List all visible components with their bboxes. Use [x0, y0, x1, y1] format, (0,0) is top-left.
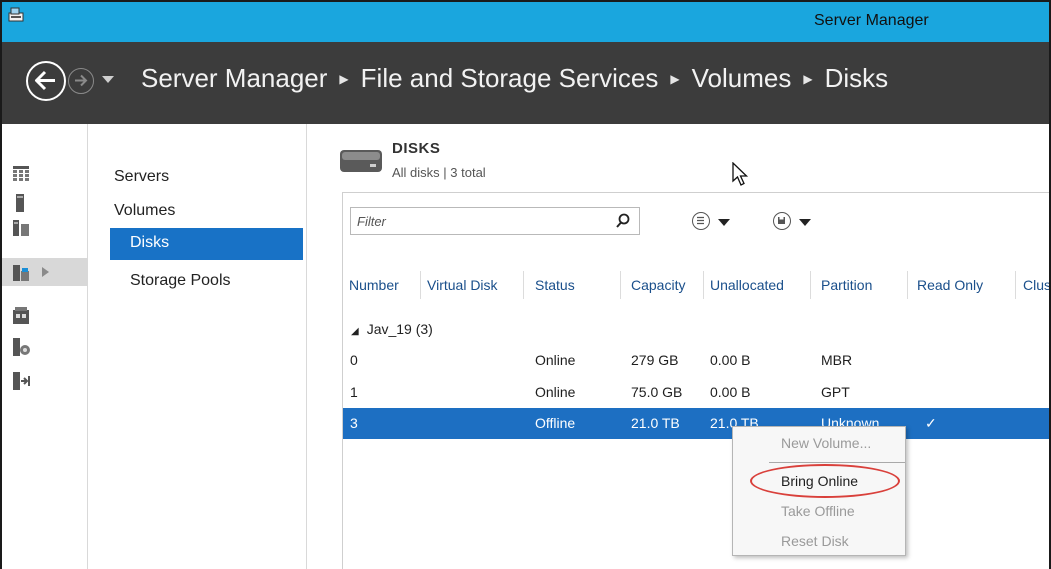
menu-item-new-volume[interactable]: New Volume... [781, 435, 871, 451]
mouse-cursor-icon [732, 162, 749, 186]
back-arrow-icon[interactable] [26, 61, 66, 101]
save-query-dropdown-icon[interactable] [799, 219, 811, 226]
cell-capacity: 21.0 TB [631, 415, 680, 431]
column-header-partition[interactable]: Partition [821, 277, 872, 293]
expand-arrow-icon[interactable] [42, 267, 49, 277]
column-divider [420, 271, 421, 299]
server-manager-icon[interactable] [8, 6, 24, 22]
cell-status: Offline [535, 415, 576, 431]
window: Server Manager Server Manager ▶ File and… [0, 0, 1051, 569]
breadcrumb-server-manager[interactable]: Server Manager [141, 63, 327, 94]
cell-partition: MBR [821, 352, 853, 368]
menu-separator [769, 462, 905, 463]
menu-item-reset-disk[interactable]: Reset Disk [781, 533, 849, 549]
subnav-item-disks[interactable]: Disks [110, 228, 303, 260]
cell-status: Online [535, 352, 576, 368]
column-divider [620, 271, 621, 299]
breadcrumb: Server Manager ▶ File and Storage Servic… [141, 63, 888, 94]
group-label: Jav_19 (3) [366, 321, 433, 337]
group-header[interactable]: ◢ Jav_19 (3) [351, 321, 433, 337]
all-servers-icon[interactable] [12, 218, 30, 236]
panel-title: DISKS [392, 140, 441, 157]
cell-unallocated: 0.00 B [710, 384, 751, 400]
cell-capacity: 75.0 GB [631, 384, 683, 400]
history-dropdown-icon[interactable] [102, 76, 114, 83]
cell-read-only: ✓ [925, 415, 937, 431]
disk-icon [340, 150, 382, 172]
cell-unallocated: 0.00 B [710, 352, 751, 368]
table-row-selected[interactable]: 3 Offline 21.0 TB 21.0 TB Unknown ✓ [343, 408, 1049, 439]
breadcrumb-file-storage[interactable]: File and Storage Services [361, 63, 659, 94]
local-server-icon[interactable] [12, 194, 30, 212]
cell-partition: GPT [821, 384, 850, 400]
file-storage-icon[interactable] [12, 263, 30, 281]
menu-item-bring-online[interactable]: Bring Online [781, 473, 858, 489]
column-divider [1015, 271, 1016, 299]
window-title: Server Manager [814, 12, 929, 29]
column-divider [907, 271, 908, 299]
remote-access-icon[interactable] [12, 338, 30, 356]
save-query-icon[interactable] [773, 212, 791, 230]
column-divider [523, 271, 524, 299]
cell-number: 0 [350, 352, 358, 368]
breadcrumb-separator-icon: ▶ [803, 71, 813, 86]
breadcrumb-separator-icon: ▶ [670, 71, 680, 86]
rds-icon[interactable] [12, 372, 30, 390]
disks-panel: DISKS All disks | 3 total Number Virtual [308, 124, 1049, 569]
cell-number: 1 [350, 384, 358, 400]
iis-icon[interactable] [12, 306, 30, 324]
subnav-item-servers[interactable]: Servers [114, 168, 169, 186]
dashboard-icon[interactable] [12, 164, 30, 182]
search-icon[interactable] [615, 213, 631, 229]
subnav-item-label: Disks [130, 234, 170, 251]
breadcrumb-bar: Server Manager ▶ File and Storage Servic… [2, 42, 1049, 124]
column-header-cluster[interactable]: Clus [1023, 277, 1049, 293]
table-row[interactable]: 0 Online 279 GB 0.00 B MBR [343, 345, 1049, 376]
subnav-item-volumes[interactable]: Volumes [114, 202, 175, 220]
title-bar: Server Manager [2, 2, 1049, 42]
column-header-capacity[interactable]: Capacity [631, 277, 685, 293]
filter-input[interactable] [357, 212, 597, 230]
column-header-virtual-disk[interactable]: Virtual Disk [427, 277, 498, 293]
forward-arrow-icon[interactable] [68, 68, 94, 94]
disk-list: Number Virtual Disk Status Capacity Unal… [342, 192, 1049, 569]
panel-subtitle: All disks | 3 total [392, 165, 486, 180]
column-header-status[interactable]: Status [535, 277, 575, 293]
table-row[interactable]: 1 Online 75.0 GB 0.00 B GPT [343, 377, 1049, 408]
subnav-item-storage-pools[interactable]: Storage Pools [130, 272, 231, 290]
column-divider [810, 271, 811, 299]
context-menu: New Volume... Bring Online Take Offline … [732, 426, 906, 556]
cell-number: 3 [350, 415, 358, 431]
breadcrumb-volumes[interactable]: Volumes [692, 63, 792, 94]
list-options-icon[interactable] [692, 212, 710, 230]
list-options-dropdown-icon[interactable] [718, 219, 730, 226]
column-header-unallocated[interactable]: Unallocated [710, 277, 784, 293]
subnav: Servers Volumes Disks Storage Pools [88, 124, 307, 569]
breadcrumb-separator-icon: ▶ [339, 71, 349, 86]
column-divider [703, 271, 704, 299]
column-header-read-only[interactable]: Read Only [917, 277, 983, 293]
cell-status: Online [535, 384, 576, 400]
menu-item-take-offline[interactable]: Take Offline [781, 503, 855, 519]
collapse-triangle-icon[interactable]: ◢ [351, 326, 359, 337]
column-header-number[interactable]: Number [349, 277, 399, 293]
filter-field[interactable] [350, 207, 640, 235]
breadcrumb-disks[interactable]: Disks [825, 63, 889, 94]
cell-capacity: 279 GB [631, 352, 679, 368]
icon-rail [2, 124, 88, 569]
